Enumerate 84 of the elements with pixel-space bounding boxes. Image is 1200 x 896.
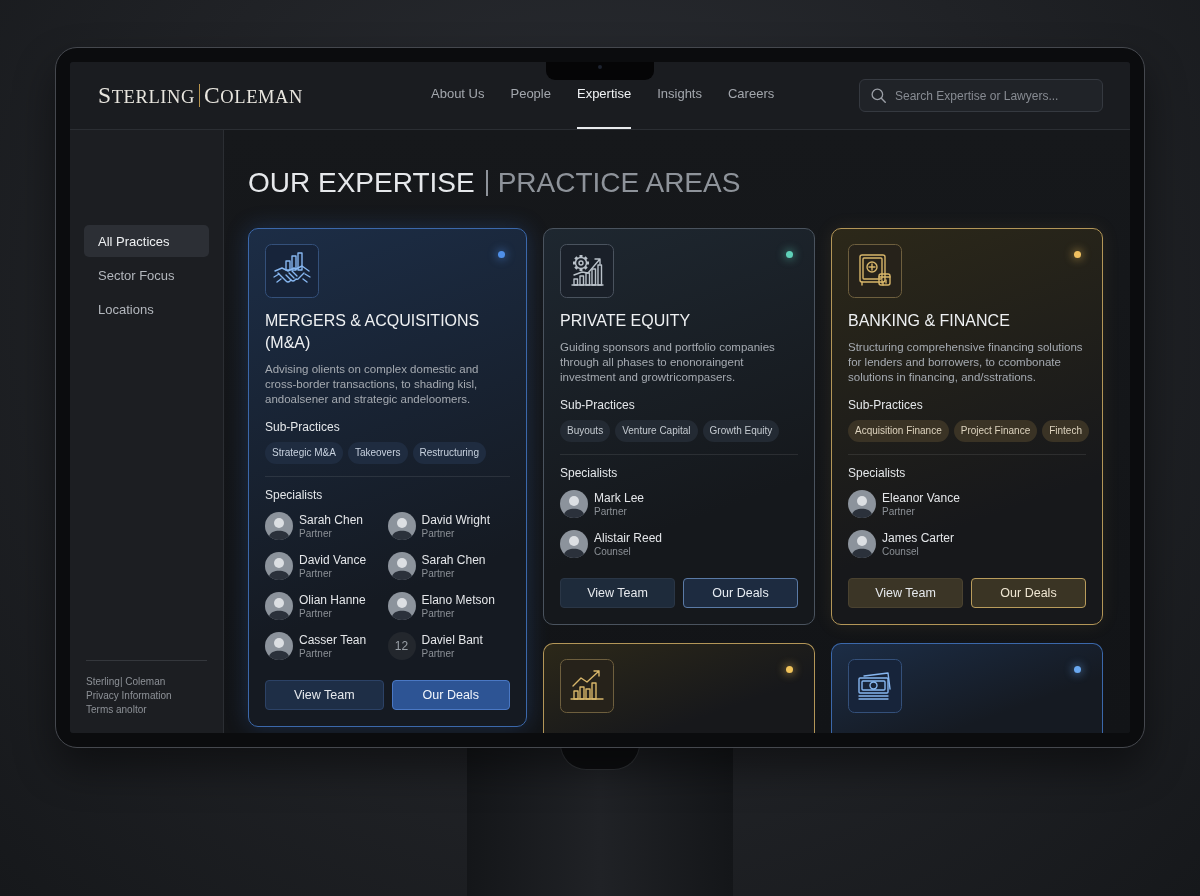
specialist-name: Sarah Chen (421, 552, 486, 567)
count-badge: 12 (387, 632, 416, 660)
specialist-role: Counsel (882, 544, 919, 558)
card-description: Advising olients on complex domestic and cross-border transactions, to shading kisl, andoalsener and strategic andeloomers. (265, 362, 480, 407)
page-title: OUR EXPERTISE (248, 166, 475, 200)
gear-chart-icon (560, 244, 614, 298)
avatar-silhouette-icon (848, 530, 876, 558)
avatar-silhouette-icon (265, 592, 293, 620)
specialist-name: Mark Lee (594, 490, 645, 505)
our-deals-button[interactable]: Our Deals (391, 680, 510, 710)
specialist-role: Partner (299, 566, 332, 580)
specialist-role: Partner (421, 646, 455, 660)
our-deals-button[interactable]: Our Deals (971, 578, 1086, 608)
section-label: Specialists (265, 487, 324, 503)
avatar-silhouette-icon (387, 552, 416, 580)
sub-practice-tag: Strategic M&A (265, 442, 343, 464)
nav-link[interactable]: People (510, 86, 551, 129)
specialist-name: David Wright (421, 512, 490, 527)
sub-practice-tag: Fintech (1042, 420, 1089, 442)
avatar-silhouette-icon (265, 632, 293, 660)
handshake-chart-icon (265, 244, 319, 298)
sub-practice-tag: Venture Capital (615, 420, 698, 442)
avatar-silhouette-icon (560, 530, 588, 558)
specialist-role: Partner (299, 646, 332, 660)
sub-practice-tag: Acquisition Finance (848, 420, 949, 442)
nav-link[interactable]: About Us (431, 86, 485, 129)
sidebar-item[interactable]: All Practices (84, 225, 209, 257)
specialist-name: Sarah Chen (299, 512, 364, 527)
card-description: Structuring comprehensive financing solutions for lenders and borrowers, to ccombonate solutions in financing, and/sstrations. (848, 340, 1084, 385)
specialist-name: Elano Metson (421, 592, 495, 607)
specialist-name: Olian Hanne (299, 592, 366, 607)
avatar-silhouette-icon (387, 592, 416, 620)
specialist-name: Casser Tean (299, 632, 367, 647)
sub-practice-tag: Growth Equity (702, 420, 780, 442)
specialist-role: Partner (299, 526, 332, 540)
section-label: Sub-Practices (560, 397, 636, 413)
avatar-silhouette-icon (848, 490, 876, 518)
view-team-button[interactable]: View Team (265, 680, 384, 710)
nav-link[interactable]: Careers (728, 86, 775, 129)
rising-chart-icon (560, 659, 614, 713)
our-deals-button[interactable]: Our Deals (683, 578, 798, 608)
camera-lens-icon (598, 65, 602, 69)
search-field[interactable]: Search Expertise or Lawyers... (859, 79, 1103, 112)
card-title: MERGERS & ACQUISITIONS (M&A) (265, 311, 481, 353)
logo-wordmark: STERLING COLEMAN (98, 82, 303, 109)
specialist-role: Partner (421, 566, 455, 580)
sidebar-footer-link[interactable]: Privacy Information (86, 689, 172, 703)
avatar-silhouette-icon (265, 552, 293, 580)
sub-practice-tag: Buyouts (560, 420, 611, 442)
sub-practice-tag: Takeovers (347, 442, 408, 464)
sidebar-footer-link[interactable]: Terms anoltor (86, 703, 147, 717)
safe-icon (848, 244, 902, 298)
sidebar-item[interactable]: Sector Focus (84, 259, 209, 291)
page-subtitle: PRACTICE AREAS (497, 166, 741, 200)
nav-link[interactable]: Insights (657, 86, 702, 129)
card-title: PRIVATE EQUITY (560, 311, 692, 331)
avatar-silhouette-icon (387, 512, 416, 540)
card-description: Guiding sponsors and portfolio companies through all phases to enonoraingent investment and growtricompasers. (560, 340, 776, 385)
specialist-role: Partner (594, 504, 627, 518)
banknotes-icon (848, 659, 902, 713)
section-label: Sub-Practices (265, 419, 341, 435)
section-label: Sub-Practices (848, 397, 924, 413)
sub-practice-tag: Restructuring (412, 442, 486, 464)
specialist-role: Partner (882, 504, 915, 518)
sidebar-item[interactable]: Locations (84, 293, 209, 325)
specialist-name: Eleanor Vance (882, 490, 960, 505)
specialist-name: David Vance (299, 552, 367, 567)
specialist-role: Partner (421, 606, 455, 620)
view-team-button[interactable]: View Team (560, 578, 675, 608)
search-icon (871, 88, 886, 103)
avatar-silhouette-icon (560, 490, 588, 518)
specialist-name: James Carter (882, 530, 955, 545)
section-label: Specialists (560, 465, 619, 481)
avatar-silhouette-icon (265, 512, 293, 540)
view-team-button[interactable]: View Team (848, 578, 963, 608)
specialist-role: Counsel (594, 544, 631, 558)
specialist-name: Daviel Bant (421, 632, 483, 647)
section-label: Specialists (848, 465, 907, 481)
sub-practice-tag: Project Finance (953, 420, 1038, 442)
card-title: BANKING & FINANCE (848, 311, 1011, 331)
sidebar-footer-link[interactable]: Sterling| Coleman (86, 675, 166, 689)
specialist-name: Alistair Reed (594, 530, 663, 545)
specialist-role: Partner (421, 527, 455, 540)
specialist-role: Partner (299, 606, 332, 620)
